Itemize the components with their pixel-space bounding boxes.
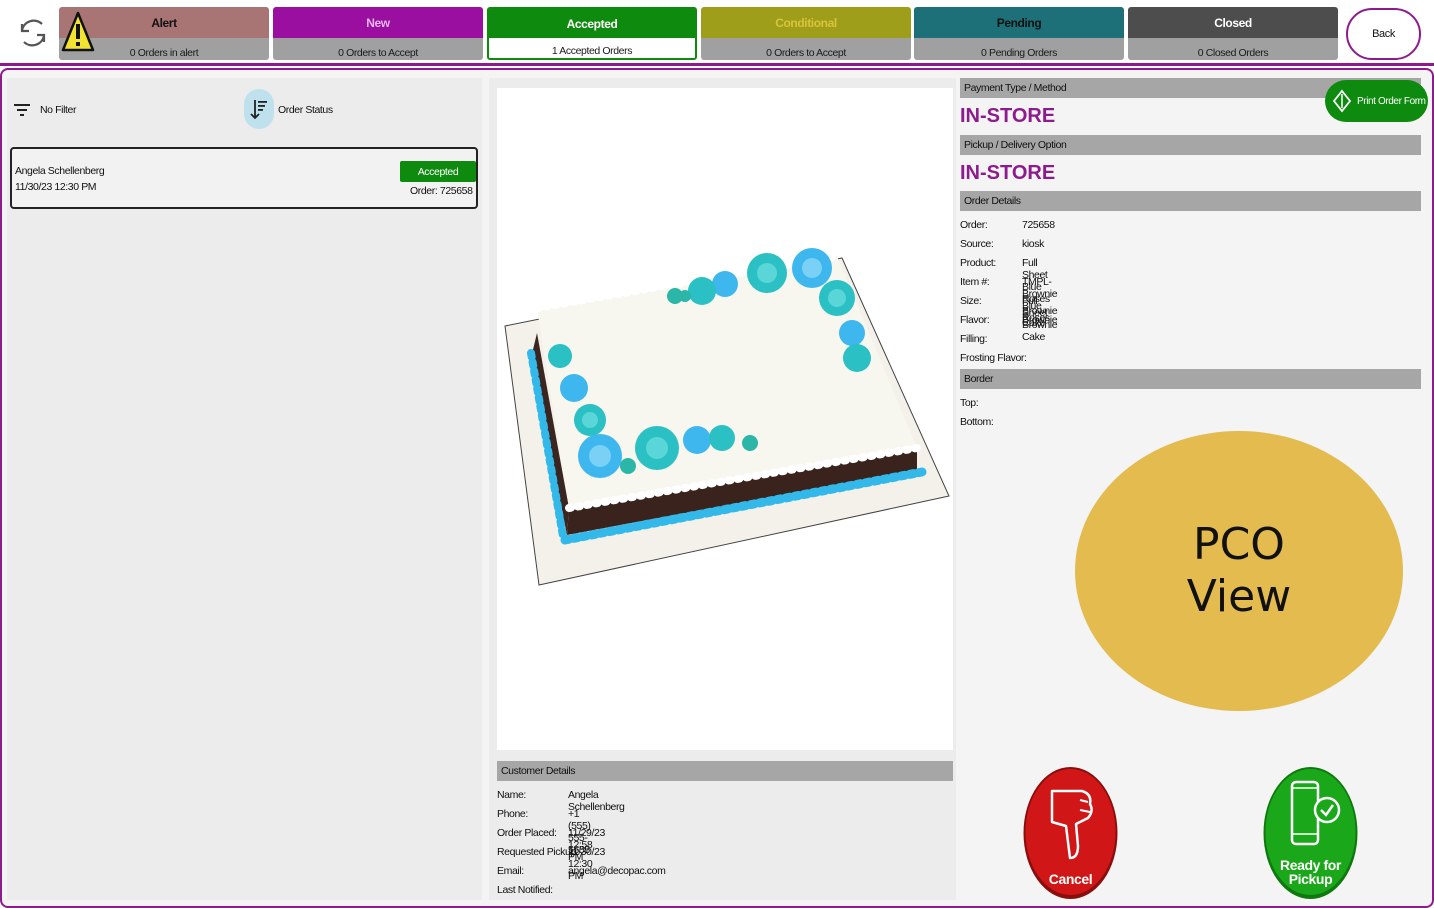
cancel-button[interactable]: Cancel [1022, 766, 1119, 900]
customer-name-row: Name: Angela Schellenberg [497, 789, 625, 813]
order-number: Order: 725658 [410, 185, 473, 197]
customer-name-label: Name: [497, 789, 526, 801]
detail-order-value: 725658 [1022, 219, 1055, 231]
border-top-label: Top: [960, 397, 979, 409]
order-placed-label: Order Placed: [497, 827, 557, 839]
sort-label[interactable]: Order Status [278, 104, 333, 116]
order-placed-row: Order Placed: 11/29/23 12:58 PM [497, 827, 605, 863]
detail-flavor-value: Brownie [1022, 314, 1058, 326]
filter-label[interactable]: No Filter [40, 104, 76, 116]
tab-new-subtitle: 0 Orders to Accept [273, 38, 483, 60]
tab-new-title: New [273, 7, 483, 38]
detail-source-label: Source: [960, 238, 994, 250]
detail-order-row: Order: 725658 [960, 219, 1055, 231]
requested-pickup-label: Requested Pickup: [497, 846, 579, 858]
status-badge: Accepted [400, 161, 476, 182]
customer-email-value: angela@decopac.com [568, 865, 666, 877]
pco-view-overlay: PCO View [1075, 431, 1403, 711]
detail-flavor-label: Flavor: [960, 314, 990, 326]
customer-email-label: Email: [497, 865, 524, 877]
tab-conditional-subtitle: 0 Orders to Accept [701, 38, 911, 60]
border-section-header: Border [960, 369, 1421, 389]
warning-icon [61, 11, 95, 52]
detail-filling-row: Filling: [960, 333, 988, 345]
requested-pickup-row: Requested Pickup: 11/30/23 12:30 PM [497, 846, 605, 882]
pickup-option-value: IN-STORE [960, 162, 1056, 184]
detail-frosting-row: Frosting Flavor: [960, 352, 1027, 364]
pco-overlay-line1: PCO [1193, 519, 1285, 570]
tab-closed-title: Closed [1128, 7, 1338, 38]
border-top-row: Top: [960, 397, 979, 409]
cancel-label: Cancel [1048, 871, 1093, 887]
detail-item-label: Item #: [960, 276, 990, 288]
ready-label-line2: Pickup [1288, 871, 1333, 887]
product-image [497, 88, 953, 750]
tab-accepted-title: Accepted [489, 9, 695, 38]
sort-button[interactable] [244, 89, 274, 129]
tab-accepted[interactable]: Accepted 1 Accepted Orders [487, 7, 697, 60]
detail-source-row: Source: kiosk [960, 238, 1044, 250]
detail-product-row: Product: Full Sheet Blue Roses Brownie C… [960, 257, 1058, 329]
customer-details-header: Customer Details [497, 761, 953, 781]
tab-pending[interactable]: Pending 0 Pending Orders [914, 7, 1124, 60]
detail-product-label: Product: [960, 257, 996, 269]
order-customer-name: Angela Schellenberg [15, 165, 105, 177]
detail-item-row: Item #: TMPL-Brownie Blue Roses [960, 276, 1058, 324]
tab-conditional[interactable]: Conditional 0 Orders to Accept [701, 7, 911, 60]
tab-new[interactable]: New 0 Orders to Accept [273, 7, 483, 60]
tab-pending-title: Pending [914, 7, 1124, 38]
tab-accepted-subtitle: 1 Accepted Orders [489, 38, 695, 58]
detail-source-value: kiosk [1022, 238, 1044, 250]
border-bottom-label: Bottom: [960, 416, 994, 428]
last-notified-row: Last Notified: [497, 884, 553, 896]
pco-overlay-line2: View [1186, 571, 1292, 622]
print-order-form-label: Print Order Form [1357, 95, 1426, 107]
customer-phone-row: Phone: +1 (555) 555-5555 [497, 808, 591, 856]
detail-frosting-label: Frosting Flavor: [960, 352, 1027, 364]
detail-filling-label: Filling: [960, 333, 988, 345]
order-pickup-datetime: 11/30/23 12:30 PM [15, 181, 97, 193]
tab-conditional-title: Conditional [701, 7, 911, 38]
last-notified-label: Last Notified: [497, 884, 553, 896]
border-bottom-row: Bottom: [960, 416, 994, 428]
ready-for-pickup-button[interactable]: Ready for Pickup [1262, 766, 1359, 900]
customer-phone-label: Phone: [497, 808, 528, 820]
tab-closed[interactable]: Closed 0 Closed Orders [1128, 7, 1338, 60]
sort-icon [250, 100, 267, 120]
payment-method-value: IN-STORE [960, 105, 1056, 127]
order-details-header: Order Details [960, 191, 1421, 211]
tab-closed-subtitle: 0 Closed Orders [1128, 38, 1338, 60]
detail-order-label: Order: [960, 219, 988, 231]
refresh-icon[interactable] [14, 14, 52, 52]
cake-illustration [504, 248, 950, 586]
back-button[interactable]: Back [1346, 8, 1421, 60]
detail-size-row: Size: Full Sheet Brownie Cake [960, 295, 1058, 343]
detail-flavor-row: Flavor: Brownie [960, 314, 1058, 326]
filter-icon[interactable] [14, 104, 30, 116]
detail-size-label: Size: [960, 295, 982, 307]
customer-email-row: Email: angela@decopac.com [497, 865, 666, 877]
tab-pending-subtitle: 0 Pending Orders [914, 38, 1124, 60]
order-list-item[interactable]: Angela Schellenberg 11/30/23 12:30 PM Ac… [10, 147, 478, 209]
status-bar: Alert 0 Orders in alert New 0 Orders to … [0, 0, 1434, 66]
pickup-section-header: Pickup / Delivery Option [960, 135, 1421, 155]
print-icon [1332, 89, 1352, 113]
